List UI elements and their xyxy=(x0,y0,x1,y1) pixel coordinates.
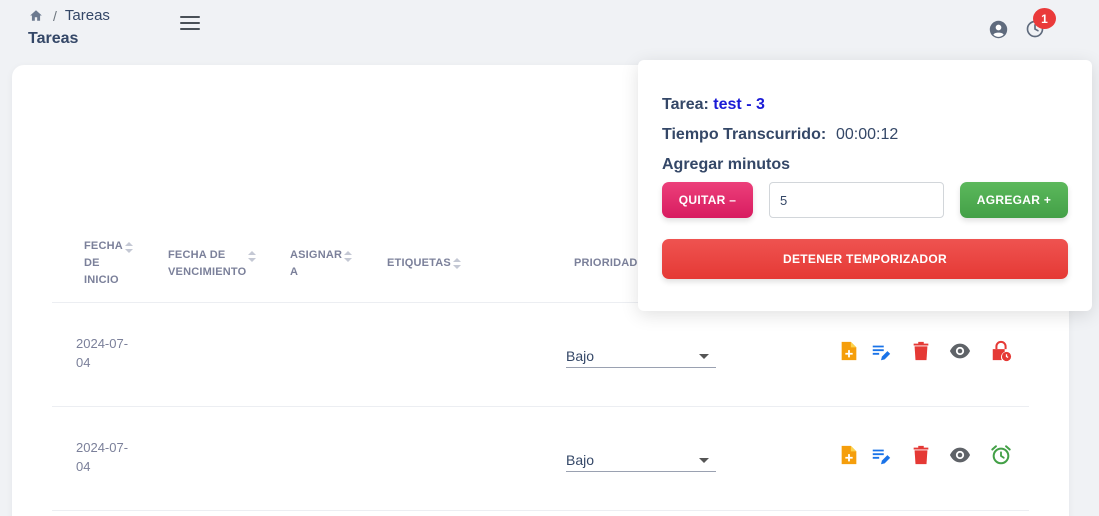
task-name: test - 3 xyxy=(713,96,765,113)
minutes-input[interactable] xyxy=(769,182,944,218)
page-title: Tareas xyxy=(28,30,79,47)
edit-notes-icon[interactable] xyxy=(870,341,892,363)
chevron-down-icon xyxy=(699,458,709,463)
sort-icon[interactable] xyxy=(125,242,133,254)
view-icon[interactable] xyxy=(949,340,971,362)
add-minutes-button[interactable]: AGREGAR + xyxy=(960,182,1068,218)
delete-icon[interactable] xyxy=(910,340,932,362)
col-header-start-date[interactable]: Fecha de inicio xyxy=(84,238,123,289)
col-header-tags[interactable]: Etiquetas xyxy=(387,255,451,272)
task-label-row: Tarea: test - 3 xyxy=(662,96,765,114)
start-date-cell: 2024-07- 04 xyxy=(76,336,129,370)
home-icon[interactable] xyxy=(29,9,43,22)
menu-toggle-icon[interactable] xyxy=(180,16,200,32)
row-divider xyxy=(52,510,1029,511)
stop-timer-button[interactable]: DETENER TEMPORIZADOR xyxy=(662,239,1068,279)
view-icon[interactable] xyxy=(949,444,971,466)
sort-icon[interactable] xyxy=(453,258,461,270)
sort-icon[interactable] xyxy=(344,251,352,263)
col-header-priority[interactable]: Prioridad xyxy=(574,255,638,272)
delete-icon[interactable] xyxy=(910,444,932,466)
remove-minutes-button[interactable]: QUITAR – xyxy=(662,182,753,218)
alarm-clock-icon[interactable] xyxy=(990,444,1012,466)
breadcrumb: / Tareas xyxy=(29,7,110,24)
add-file-icon[interactable] xyxy=(838,444,860,466)
sort-icon[interactable] xyxy=(248,251,256,263)
col-header-assign[interactable]: Asignar a xyxy=(290,247,342,281)
chevron-down-icon xyxy=(699,354,709,359)
add-file-icon[interactable] xyxy=(838,340,860,362)
add-minutes-label: Agregar minutos xyxy=(662,156,791,173)
top-navbar: / Tareas Tareas 1 xyxy=(0,0,1099,60)
elapsed-label: Tiempo Transcurrido: xyxy=(662,126,827,143)
breadcrumb-separator: / xyxy=(53,7,57,24)
lock-timer-icon[interactable] xyxy=(990,340,1012,362)
priority-select-value: Bajo xyxy=(566,348,595,364)
priority-select[interactable]: Bajo xyxy=(566,340,716,368)
user-account-icon[interactable] xyxy=(989,20,1008,39)
col-header-due-date[interactable]: Fecha de vencimiento xyxy=(168,247,246,281)
notification-badge: 1 xyxy=(1033,8,1056,29)
breadcrumb-current: Tareas xyxy=(64,7,110,24)
priority-select[interactable]: Bajo xyxy=(566,444,716,472)
timer-popover: Tarea: test - 3 Tiempo Transcurrido: 00:… xyxy=(638,60,1092,311)
elapsed-value: 00:00:12 xyxy=(836,126,899,143)
task-label: Tarea: xyxy=(662,96,709,113)
start-date-cell: 2024-07- 04 xyxy=(76,440,129,474)
edit-notes-icon[interactable] xyxy=(870,445,892,467)
priority-select-value: Bajo xyxy=(566,452,595,468)
row-divider xyxy=(52,406,1029,407)
